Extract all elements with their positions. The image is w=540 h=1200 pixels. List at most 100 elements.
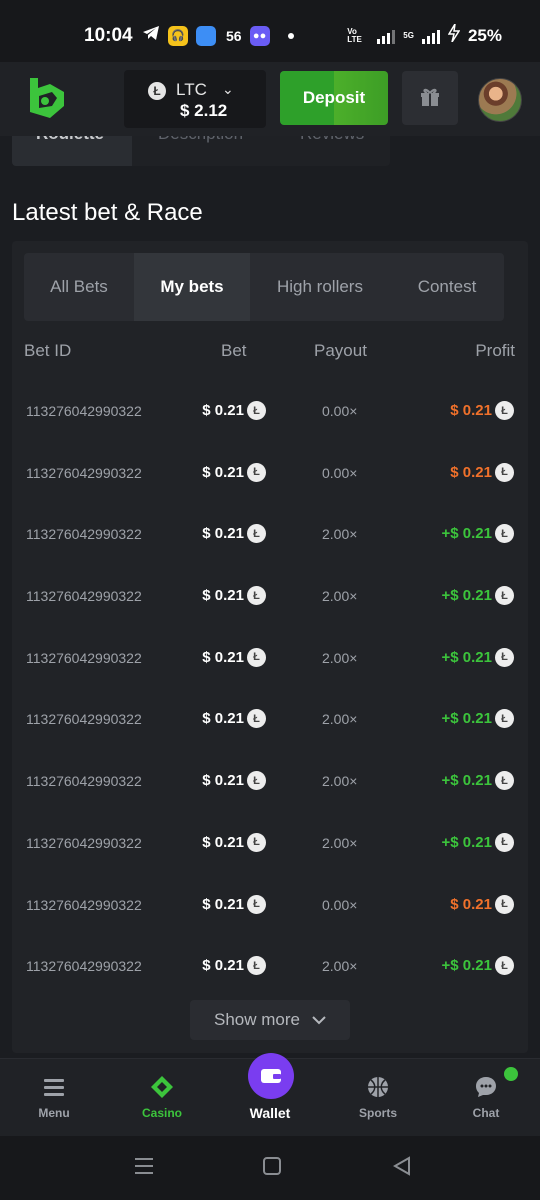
tab-all-bets[interactable]: All Bets: [24, 253, 134, 321]
signal-icon: [377, 28, 396, 44]
section-title: Latest bet & Race: [12, 199, 203, 226]
bet-amount-value: $ 0.21: [202, 525, 244, 543]
bet-id: 113276042990322: [26, 464, 142, 481]
header-payout: Payout: [314, 341, 367, 360]
profit-amount: +$ 0.21 Ł: [442, 709, 514, 729]
ltc-coin-icon: Ł: [247, 401, 266, 420]
ltc-coin-icon: Ł: [495, 524, 514, 544]
bet-amount: $ 0.21 Ł: [202, 462, 266, 482]
chevron-down-icon: ⌄: [222, 81, 234, 97]
status-notification-icons: 🎧 56 ●●: [140, 25, 294, 46]
profit-amount: +$ 0.21 Ł: [442, 524, 514, 544]
bet-id: 113276042990322: [26, 403, 142, 419]
bet-amount: $ 0.21 Ł: [202, 832, 266, 852]
table-row[interactable]: 113276042990322 $ 0.21 Ł 2.00× +$ 0.21 Ł: [12, 938, 528, 1000]
bc-logo-icon[interactable]: [26, 76, 66, 122]
profit-amount: $ 0.21 Ł: [450, 894, 514, 914]
ltc-coin-icon: Ł: [495, 462, 514, 482]
chat-icon: [474, 1075, 498, 1099]
payout-value: 0.00×: [322, 403, 358, 419]
ltc-coin-icon: Ł: [247, 771, 266, 791]
table-row[interactable]: 113276042990322 $ 0.21 Ł 2.00× +$ 0.21 Ł: [12, 506, 528, 568]
recents-icon[interactable]: [134, 1156, 154, 1182]
profit-amount: $ 0.21 Ł: [450, 462, 514, 482]
tab-contest[interactable]: Contest: [390, 253, 504, 321]
bets-panel: All Bets My bets High rollers Contest Be…: [12, 241, 528, 1053]
nav-casino-label: Casino: [141, 1106, 182, 1120]
bet-filter-tabs: All Bets My bets High rollers Contest: [24, 253, 504, 321]
show-more-button[interactable]: Show more: [190, 1000, 350, 1040]
tab-reviews[interactable]: Reviews: [300, 136, 364, 144]
5g-label: 5G: [403, 30, 414, 40]
table-row[interactable]: 113276042990322 $ 0.21 Ł 0.00× $ 0.21 Ł: [12, 445, 528, 507]
nav-wallet-label: Wallet: [249, 1105, 291, 1121]
nav-sports[interactable]: Sports: [324, 1059, 432, 1137]
back-icon[interactable]: [392, 1156, 412, 1182]
discord-icon: ●●: [249, 25, 270, 46]
app-header: Ł LTC ⌄ $ 2.12 Deposit: [0, 62, 540, 136]
nav-menu[interactable]: Menu: [0, 1059, 108, 1137]
ltc-coin-icon: Ł: [247, 524, 266, 544]
nav-wallet[interactable]: Wallet: [216, 1053, 324, 1137]
more-notifications-dot: [287, 32, 294, 39]
table-row[interactable]: 113276042990322 $ 0.21 Ł 2.00× +$ 0.21 Ł: [12, 691, 528, 753]
charging-icon: [447, 23, 461, 47]
user-avatar[interactable]: [478, 78, 522, 122]
table-row[interactable]: 113276042990322 $ 0.21 Ł 2.00× +$ 0.21 Ł: [12, 568, 528, 630]
nav-casino[interactable]: Casino: [108, 1059, 216, 1137]
telegram-icon: [142, 25, 160, 46]
table-row[interactable]: 113276042990322 $ 0.21 Ł 0.00× $ 0.21 Ł: [12, 877, 528, 939]
bet-amount: $ 0.21 Ł: [202, 894, 266, 914]
header-profit: Profit: [475, 341, 515, 360]
table-row[interactable]: 113276042990322 $ 0.21 Ł 2.00× +$ 0.21 Ł: [12, 630, 528, 692]
bet-amount: $ 0.21 Ł: [202, 956, 266, 976]
currency-selector[interactable]: Ł LTC ⌄ $ 2.12: [124, 70, 266, 128]
gift-button[interactable]: [402, 71, 458, 125]
tab-roulette[interactable]: Roulette: [12, 136, 132, 166]
deposit-button[interactable]: Deposit: [280, 71, 388, 125]
casino-icon: [150, 1075, 174, 1099]
table-row[interactable]: 113276042990322 $ 0.21 Ł 2.00× +$ 0.21 Ł: [12, 815, 528, 877]
bet-amount-value: $ 0.21: [202, 710, 244, 728]
ltc-coin-icon: Ł: [495, 401, 514, 420]
chat-online-badge: [504, 1067, 518, 1081]
battery-percent: 25%: [467, 25, 502, 45]
table-row[interactable]: 113276042990322 $ 0.21 Ł 0.00× $ 0.21 Ł: [12, 383, 528, 445]
tab-my-bets[interactable]: My bets: [134, 253, 250, 321]
bet-id: 113276042990322: [26, 773, 142, 790]
bet-amount: $ 0.21 Ł: [202, 586, 266, 606]
payout-value: 2.00×: [322, 649, 358, 666]
balance-value: $ 2.12: [180, 101, 228, 120]
bet-amount-value: $ 0.21: [202, 402, 244, 419]
tab-high-rollers[interactable]: High rollers: [250, 253, 390, 321]
home-icon[interactable]: [262, 1156, 282, 1182]
gift-icon: [419, 85, 441, 112]
status-bar: 10:04 🎧 56 ●● Vo LTE 5G 25%: [0, 0, 540, 62]
nav-chat[interactable]: Chat: [432, 1059, 540, 1137]
menu-icon: [42, 1075, 66, 1099]
signal-icon-2: [421, 28, 440, 44]
currency-label: LTC: [176, 80, 207, 99]
profit-value: $ 0.21: [450, 463, 492, 481]
volte-icon: Vo LTE: [347, 26, 362, 44]
bet-id: 113276042990322: [26, 958, 142, 975]
ltc-coin-icon: Ł: [148, 82, 166, 100]
tab-description[interactable]: Description: [158, 136, 243, 144]
profit-amount: +$ 0.21 Ł: [442, 832, 514, 852]
bet-amount: $ 0.21 Ł: [202, 709, 266, 729]
bet-amount-value: $ 0.21: [202, 587, 244, 605]
payout-value: 2.00×: [322, 834, 358, 851]
payout-value: 0.00×: [322, 464, 358, 481]
bet-id: 113276042990322: [26, 834, 142, 851]
chevron-down-icon: [312, 1010, 326, 1030]
ltc-coin-icon: Ł: [247, 462, 266, 482]
table-row[interactable]: 113276042990322 $ 0.21 Ł 2.00× +$ 0.21 Ł: [12, 753, 528, 815]
ltc-coin-icon: Ł: [247, 894, 266, 914]
bet-amount: $ 0.21 Ł: [202, 771, 266, 791]
profit-amount: +$ 0.21 Ł: [442, 586, 514, 606]
bets-table-body: 113276042990322 $ 0.21 Ł 0.00× $ 0.21 Ł 113276…: [12, 383, 528, 1000]
profit-value: +$ 0.21: [441, 772, 492, 790]
system-navigation-bar: [0, 1136, 540, 1200]
bottom-navigation: Menu Casino Wallet Sports Chat: [0, 1053, 540, 1137]
nav-sports-label: Sports: [358, 1106, 397, 1120]
